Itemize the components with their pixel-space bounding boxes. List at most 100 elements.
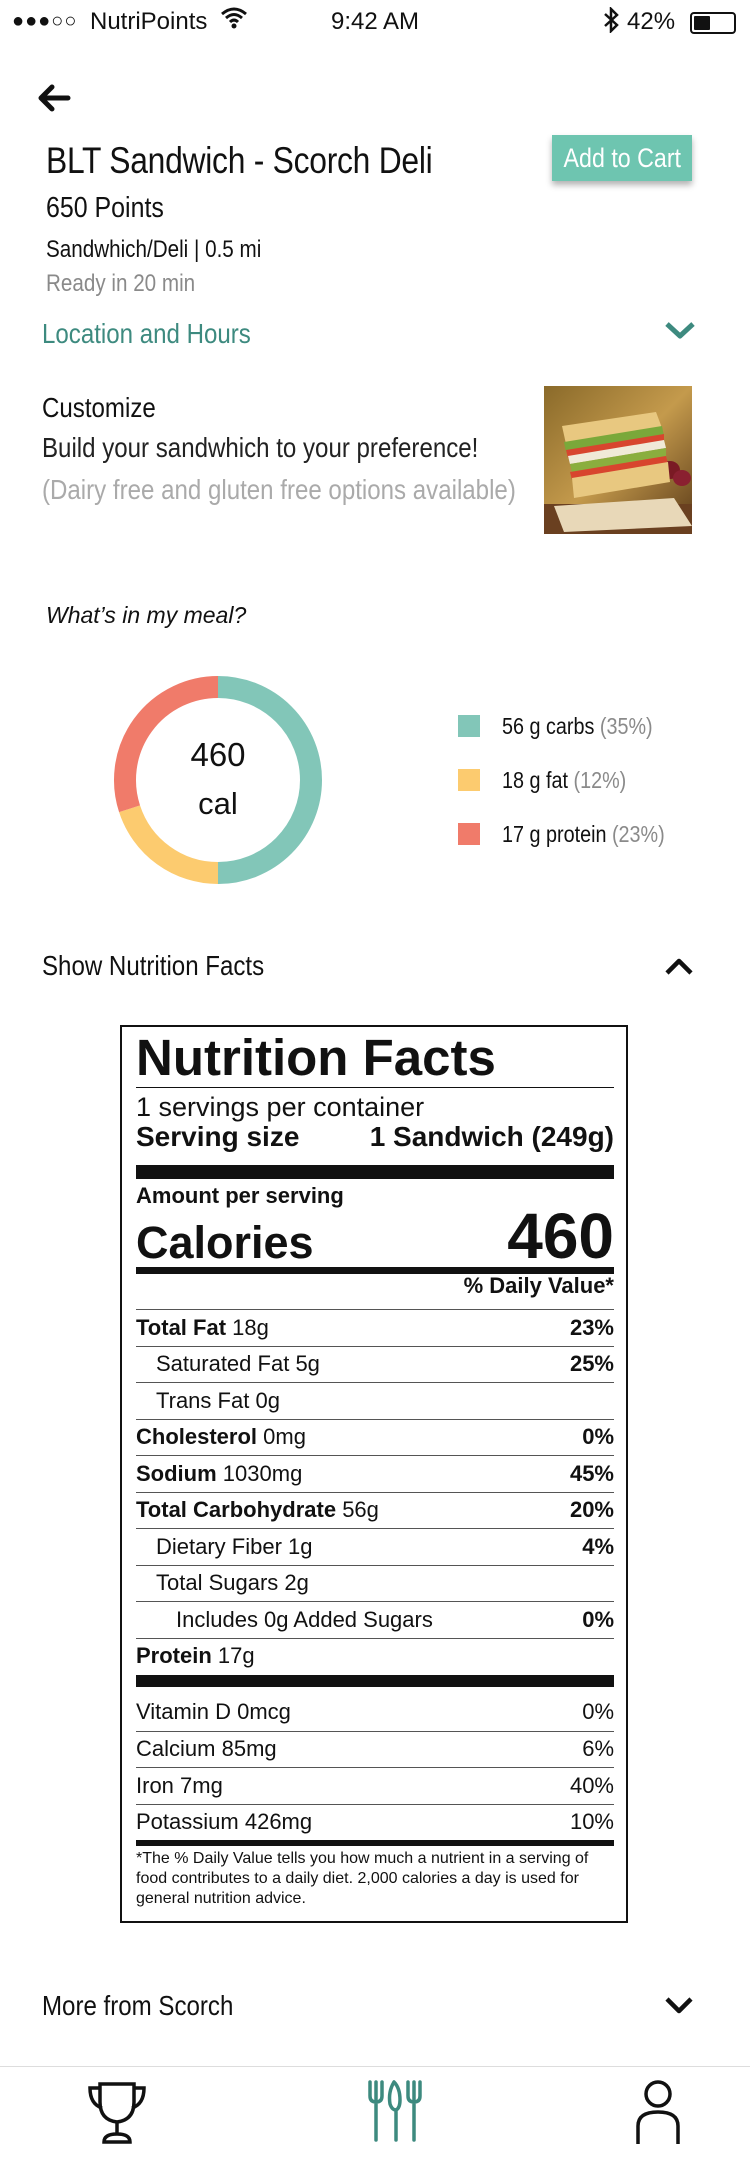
legend-protein: 17 g protein (23%): [458, 819, 691, 849]
customize-options: (Dairy free and gluten free options avai…: [42, 474, 516, 505]
legend-swatch: [458, 823, 480, 845]
vitamin-daily-value: 6%: [582, 1736, 614, 1761]
nutrition-divider: [136, 1675, 614, 1687]
more-from-scorch-toggle[interactable]: More from Scorch: [42, 1990, 233, 2022]
nutrient-label: Dietary Fiber: [156, 1533, 282, 1559]
vitamin-row: Calcium 85mg 6%: [136, 1730, 614, 1767]
nutrient-name: Saturated Fat 5g: [136, 1351, 320, 1377]
nutrient-row: Total Sugars 2g: [136, 1564, 614, 1601]
vitamin-label: Potassium: [136, 1809, 239, 1834]
vitamin-name: Potassium 426mg: [136, 1809, 312, 1835]
nutrient-daily-value: 23%: [569, 1314, 614, 1340]
nutrient-name: Total Carbohydrate 56g: [136, 1497, 379, 1523]
chevron-down-icon[interactable]: [664, 318, 696, 342]
chevron-down-icon[interactable]: [664, 1994, 694, 2016]
vitamin-daily-value: 10%: [569, 1809, 614, 1834]
vitamin-amount: 0mcg: [237, 1699, 291, 1724]
meal-question: What’s in my meal?: [46, 602, 247, 628]
nutrient-name: Total Fat 18g: [136, 1315, 269, 1341]
legend-label: 56 g carbs: [502, 712, 595, 739]
nutrient-name: Includes 0g Added Sugars: [136, 1607, 433, 1633]
nutrient-row: Dietary Fiber 1g 4%: [136, 1528, 614, 1564]
status-bar: ●●●○○ NutriPoints 9:42 AM 42%: [0, 0, 750, 44]
nutrient-label: Protein: [136, 1643, 212, 1668]
nutrient-row: Total Fat 18g 23%: [136, 1309, 614, 1345]
nutrient-daily-value: 45%: [569, 1460, 614, 1486]
nutrient-label: Trans Fat: [156, 1387, 250, 1413]
legend-label: 18 g fat: [502, 766, 568, 793]
legend-pct: (23%): [611, 820, 665, 847]
vitamin-label: Iron: [136, 1772, 174, 1798]
vitamin-row: Iron 7mg 40%: [136, 1767, 614, 1803]
nutrient-amount: 17g: [217, 1643, 255, 1668]
nutrient-amount: 0g: [255, 1387, 280, 1413]
calories-row: Calories 460: [136, 1199, 614, 1273]
dining-icon[interactable]: [366, 2078, 428, 2146]
item-meta: Sandwhich/Deli | 0.5 mi: [46, 236, 262, 263]
nutrient-row: Sodium 1030mg 45%: [136, 1455, 614, 1491]
vitamin-name: Iron 7mg: [136, 1773, 223, 1799]
legend-pct: (12%): [573, 766, 627, 793]
vitamin-amount: 7mg: [180, 1772, 223, 1798]
back-arrow-icon[interactable]: [34, 78, 74, 118]
serving-size-label: Serving size: [136, 1121, 300, 1152]
vitamin-daily-value: 0%: [582, 1699, 614, 1724]
nutrition-title: Nutrition Facts: [136, 1029, 496, 1086]
nutrient-row: Includes 0g Added Sugars 0%: [136, 1601, 614, 1637]
vitamin-daily-value: 40%: [569, 1772, 614, 1798]
calories-label: Calories: [136, 1217, 314, 1268]
nutrient-name: Total Sugars 2g: [136, 1570, 309, 1596]
nutrient-name: Protein 17g: [136, 1643, 255, 1669]
nutrient-amount: 2g: [284, 1570, 309, 1595]
servings-per-container: 1 servings per container: [136, 1092, 425, 1122]
legend-label: 17 g protein: [502, 820, 607, 847]
nutrient-daily-value: 4%: [582, 1533, 614, 1559]
nutrient-amount: 56g: [342, 1497, 379, 1522]
add-to-cart-button[interactable]: Add to Cart: [552, 135, 692, 181]
nutrient-row: Protein 17g: [136, 1637, 614, 1674]
item-title: BLT Sandwich - Scorch Deli: [46, 140, 433, 181]
nutrient-label: Total Carbohydrate: [136, 1497, 337, 1522]
nutrient-label: Total Sugars: [156, 1570, 279, 1595]
add-to-cart-label: Add to Cart: [563, 142, 681, 173]
nutrient-amount: 18g: [232, 1314, 269, 1340]
nutrition-facts-label: Nutrition Facts 1 servings per container…: [120, 1025, 628, 1923]
show-nutrition-facts-toggle[interactable]: Show Nutrition Facts: [42, 950, 264, 982]
nutrient-amount: 1g: [288, 1533, 313, 1559]
nutrient-daily-value: 25%: [569, 1351, 614, 1376]
vitamin-label: Calcium: [136, 1736, 216, 1761]
nutrient-label: Sodium: [136, 1460, 217, 1486]
nutrient-daily-value: 20%: [569, 1497, 614, 1522]
nutrient-amount: 5g: [295, 1351, 320, 1376]
battery-percent: 42%: [627, 8, 676, 35]
location-hours-link[interactable]: Location and Hours: [42, 318, 251, 350]
legend-carbs: 56 g carbs (35%): [458, 711, 677, 741]
legend-pct: (35%): [599, 712, 653, 739]
nutrient-row: Cholesterol 0mg 0%: [136, 1418, 614, 1455]
nutrient-amount: 1030mg: [222, 1460, 303, 1486]
vitamin-amount: 85mg: [221, 1736, 277, 1761]
nutrition-divider: [136, 1840, 614, 1846]
calories-unit: cal: [198, 786, 238, 821]
nutrient-row: Saturated Fat 5g 25%: [136, 1345, 614, 1382]
nutrient-row: Total Carbohydrate 56g 20%: [136, 1491, 614, 1528]
nutrient-label: Cholesterol: [136, 1424, 258, 1449]
trophy-icon[interactable]: [86, 2080, 148, 2146]
bluetooth-icon: [604, 7, 619, 33]
calories-amount: 460: [507, 1200, 614, 1272]
vitamin-name: Vitamin D 0mcg: [136, 1699, 291, 1725]
nutrient-label: Saturated Fat: [156, 1351, 290, 1376]
user-icon[interactable]: [634, 2078, 682, 2146]
ready-time: Ready in 20 min: [46, 270, 196, 297]
nutrient-amount: 0mg: [263, 1424, 306, 1449]
chevron-up-icon[interactable]: [664, 956, 694, 978]
serving-size: Serving size 1 Sandwich (249g): [136, 1121, 614, 1153]
macro-donut-chart: [114, 676, 322, 884]
nutrient-daily-value: 0%: [582, 1606, 614, 1632]
serving-size-value: 1 Sandwich (249g): [369, 1121, 614, 1152]
nutrient-name: Trans Fat 0g: [136, 1388, 280, 1414]
customize-description: Build your sandwhich to your preference!: [42, 432, 479, 463]
vitamin-amount: 426mg: [244, 1809, 313, 1834]
vitamin-row: Vitamin D 0mcg 0%: [136, 1694, 614, 1730]
sandwich-photo[interactable]: [544, 386, 692, 534]
